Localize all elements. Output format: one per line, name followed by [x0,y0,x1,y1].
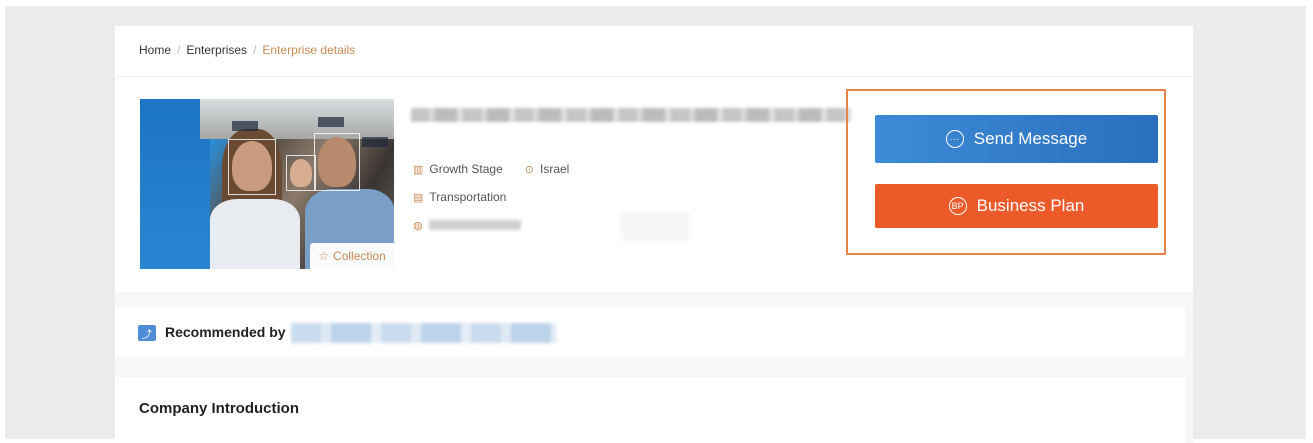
meta-row-website: ◍ [413,216,521,234]
company-name-redacted [411,108,851,122]
star-icon: ☆ [318,249,330,263]
breadcrumb-current: Enterprise details [262,43,356,57]
company-introduction-title: Company Introduction [139,400,299,417]
breadcrumb-home[interactable]: Home [139,43,171,57]
company-industry: Transportation [429,190,507,204]
face-detection-box [286,155,316,191]
content-panel: Home / Enterprises / Enterprise details [115,26,1193,443]
meta-row-industry: ▤ Transportation [413,188,506,206]
breadcrumb-enterprises[interactable]: Enterprises [186,43,247,57]
company-location: Israel [540,162,570,176]
collection-button[interactable]: ☆ Collection [310,243,394,269]
send-message-label: Send Message [973,129,1088,148]
meta-row-stage-location: ▥ Growth Stage ⊙ Israel [413,160,569,178]
detection-tag [362,137,388,147]
chart-badge-icon: ⤴ [138,325,156,341]
photo-person-body [210,199,300,269]
breadcrumb: Home / Enterprises / Enterprise details [139,41,355,59]
company-stage: Growth Stage [429,162,503,176]
company-website-redacted[interactable] [428,220,521,230]
breadcrumb-separator: / [253,43,257,57]
chat-bubble-icon: ··· [945,130,964,148]
screenshot-frame: Home / Enterprises / Enterprise details [0,0,1313,443]
detection-tag [318,117,344,127]
breadcrumb-separator: / [177,43,181,57]
location-pin-icon: ⊙ [524,163,534,176]
header-divider [115,76,1193,77]
collection-label: Collection [333,249,386,263]
business-plan-button[interactable]: BP Business Plan [875,184,1158,228]
document-icon: ▤ [413,191,424,204]
enterprise-header-card: Home / Enterprises / Enterprise details [115,26,1193,292]
business-plan-label: Business Plan [976,196,1085,215]
recommended-by-card: ⤴ Recommended by [115,307,1185,357]
redacted-area [621,212,689,242]
action-highlight-box [846,89,1166,255]
bar-chart-icon: ▥ [413,163,424,176]
detection-tag [232,121,258,131]
recommender-name-redacted [291,323,557,343]
bp-icon: BP [948,197,967,215]
photo-windshield [200,99,394,139]
face-detection-box [228,139,276,195]
recommended-by-label: Recommended by [165,324,286,340]
globe-icon: ◍ [413,219,423,232]
send-message-button[interactable]: ··· Send Message [875,115,1158,163]
company-introduction-card: Company Introduction [115,377,1185,443]
company-photo: ☆ Collection [140,99,394,269]
face-detection-box [314,133,360,191]
